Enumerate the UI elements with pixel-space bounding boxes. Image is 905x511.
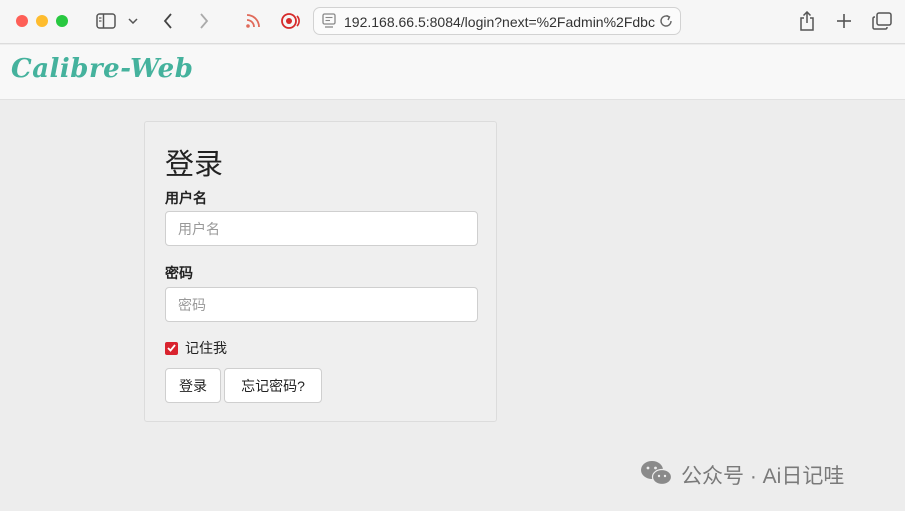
close-window-button[interactable] [16, 15, 28, 27]
address-bar[interactable]: 192.168.66.5:8084/login?next=%2Fadmin%2F… [313, 7, 681, 35]
record-icon[interactable] [279, 8, 303, 34]
login-button[interactable]: 登录 [165, 368, 221, 403]
wechat-icon [640, 459, 673, 492]
app-navbar: Calibre-Web [0, 45, 905, 100]
remember-me-checkbox[interactable] [165, 341, 178, 355]
remember-me-label[interactable]: 记住我 [185, 338, 227, 358]
checkmark-icon [167, 344, 176, 352]
remember-me-row[interactable]: 记住我 [165, 339, 227, 357]
plus-icon[interactable] [833, 8, 855, 34]
page-icon [322, 13, 336, 34]
username-label: 用户名 [165, 190, 207, 206]
tabs-icon[interactable] [871, 8, 893, 34]
browser-toolbar: 192.168.66.5:8084/login?next=%2Fadmin%2F… [0, 0, 905, 44]
chevron-down-icon[interactable] [126, 8, 140, 34]
watermark: 公众号 · Ai日记哇 [640, 460, 844, 490]
zoom-window-button[interactable] [56, 15, 68, 27]
back-icon[interactable] [158, 8, 178, 34]
brand-logo[interactable]: Calibre-Web [11, 54, 193, 84]
forward-icon[interactable] [194, 8, 214, 34]
url-text[interactable]: 192.168.66.5:8084/login?next=%2Fadmin%2F… [344, 14, 656, 30]
forgot-password-button[interactable]: 忘记密码? [224, 368, 322, 403]
page-title: 登录 [165, 149, 224, 181]
login-panel: 登录 用户名 密码 记住我 登录 忘记密码? [144, 121, 497, 422]
password-label: 密码 [165, 265, 193, 281]
sidebar-icon[interactable] [94, 8, 118, 34]
watermark-text: 公众号 · Ai日记哇 [681, 465, 845, 488]
share-icon[interactable] [796, 8, 818, 34]
reload-icon[interactable] [658, 13, 674, 34]
minimize-window-button[interactable] [36, 15, 48, 27]
password-input[interactable] [165, 287, 478, 322]
rss-icon[interactable] [243, 8, 263, 34]
username-input[interactable] [165, 211, 478, 246]
